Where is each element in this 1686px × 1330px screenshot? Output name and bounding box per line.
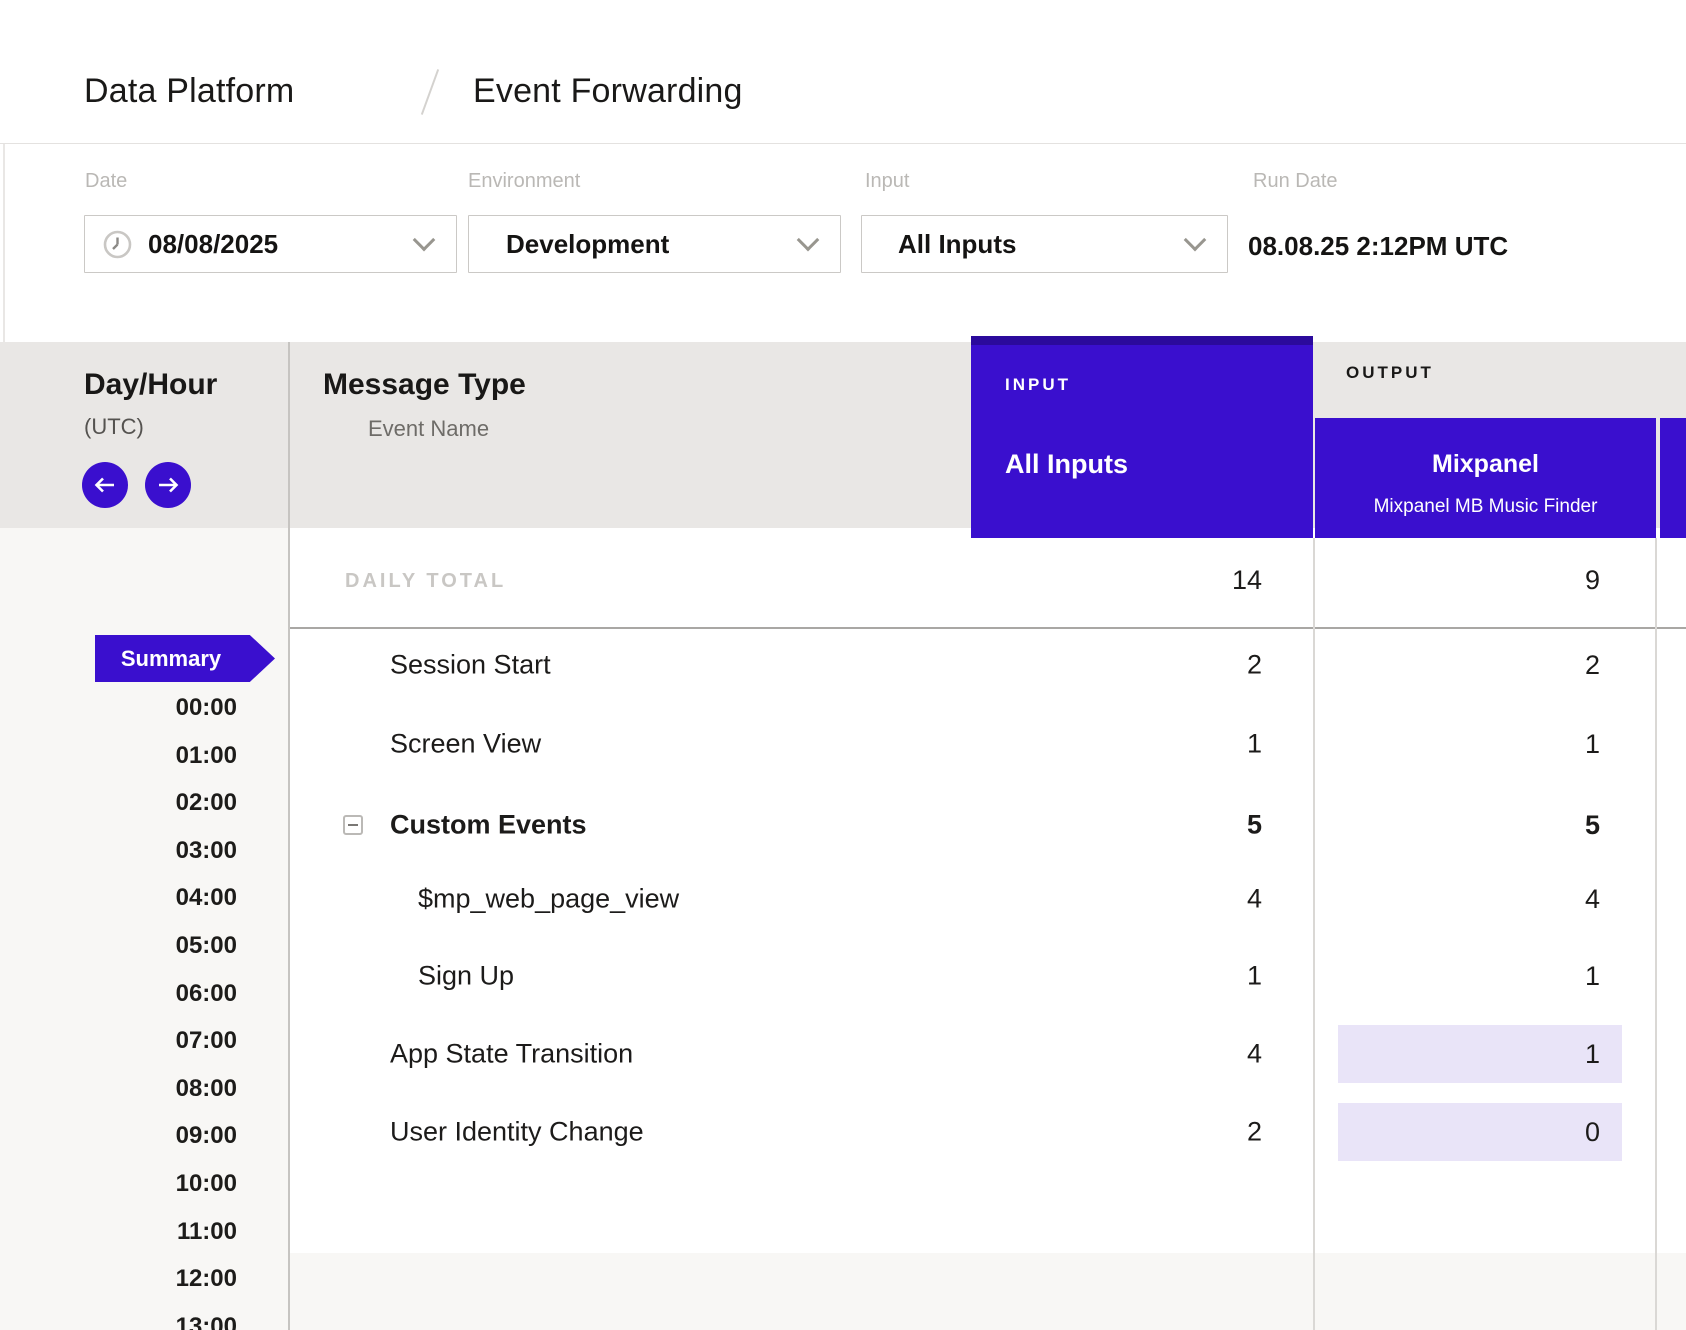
previous-day-button[interactable]	[82, 462, 128, 508]
row-label: Session Start	[390, 650, 551, 681]
row-output-value: 1	[1338, 947, 1622, 1005]
table-row-session-start: Session Start 2 2	[288, 636, 1686, 694]
output-column-divider	[1655, 538, 1657, 1330]
output-column-subtitle: Mixpanel MB Music Finder	[1315, 496, 1656, 518]
daily-total-row: DAILY TOTAL 14 9	[288, 538, 1686, 627]
output-column-title: Mixpanel	[1315, 450, 1656, 479]
output-column-header-next-partial[interactable]	[1660, 418, 1686, 538]
hour-item-0400[interactable]: 04:00	[0, 882, 237, 914]
row-input-value: 4	[1002, 884, 1262, 915]
table-row-mp-web-page-view: $mp_web_page_view 4 4	[288, 870, 1686, 928]
clock-icon	[103, 230, 132, 259]
hour-item-1200[interactable]: 12:00	[0, 1263, 237, 1295]
message-type-header: Message Type	[323, 368, 526, 402]
row-input-value: 4	[1002, 1039, 1262, 1070]
table-row-custom-events: Custom Events 5 5	[288, 796, 1686, 854]
chevron-down-icon	[797, 229, 820, 252]
date-filter-label: Date	[85, 170, 127, 193]
row-label: Sign Up	[418, 961, 514, 992]
row-label: Screen View	[390, 729, 541, 760]
input-column-header[interactable]: INPUT All Inputs	[971, 336, 1313, 538]
day-hour-timezone: (UTC)	[84, 414, 144, 440]
daily-total-input-value: 14	[1002, 565, 1262, 596]
chevron-down-icon	[413, 229, 436, 252]
top-bar: Data Platform Event Forwarding	[0, 0, 1686, 144]
table-row-user-identity-change: User Identity Change 2 0	[288, 1103, 1686, 1161]
table-row-sign-up: Sign Up 1 1	[288, 947, 1686, 1005]
input-column-divider	[1313, 538, 1315, 1330]
hour-item-1300[interactable]: 13:00	[0, 1311, 237, 1330]
row-label: App State Transition	[390, 1039, 633, 1070]
summary-label: Summary	[121, 646, 221, 672]
input-column-title: All Inputs	[1005, 449, 1128, 480]
row-output-value: 2	[1338, 636, 1622, 694]
input-dropdown[interactable]: All Inputs	[861, 215, 1228, 273]
run-date-label: Run Date	[1253, 170, 1338, 193]
table-row-app-state-transition: App State Transition 4 1	[288, 1025, 1686, 1083]
breadcrumb-page-title: Event Forwarding	[473, 72, 743, 111]
environment-dropdown[interactable]: Development	[468, 215, 841, 273]
row-input-value: 2	[1002, 1117, 1262, 1148]
hour-item-0300[interactable]: 03:00	[0, 835, 237, 867]
row-label: $mp_web_page_view	[418, 884, 679, 915]
breadcrumb-section[interactable]: Data Platform	[84, 72, 294, 111]
day-hour-header: Day/Hour	[84, 368, 217, 402]
row-output-value-highlighted: 0	[1338, 1103, 1622, 1161]
row-input-value: 2	[1002, 650, 1262, 681]
daily-total-divider	[288, 627, 1686, 629]
row-label: Custom Events	[390, 810, 587, 841]
event-name-subheader: Event Name	[368, 416, 489, 442]
row-output-value: 4	[1338, 870, 1622, 928]
hour-item-0700[interactable]: 07:00	[0, 1025, 237, 1057]
breadcrumb-separator	[421, 69, 439, 115]
row-output-value: 5	[1338, 796, 1622, 854]
row-label: User Identity Change	[390, 1117, 644, 1148]
output-column-header-mixpanel[interactable]: Mixpanel Mixpanel MB Music Finder	[1315, 418, 1656, 538]
arrow-right-icon	[156, 476, 180, 494]
grid-footer-band	[288, 1253, 1686, 1330]
row-input-value: 5	[1002, 810, 1262, 841]
row-output-value: 1	[1338, 715, 1622, 773]
summary-row-marker[interactable]: Summary	[95, 635, 275, 682]
environment-filter-label: Environment	[468, 170, 580, 193]
hour-item-0800[interactable]: 08:00	[0, 1073, 237, 1105]
hour-item-0900[interactable]: 09:00	[0, 1120, 237, 1152]
hour-item-0000[interactable]: 00:00	[0, 692, 237, 724]
input-filter-label: Input	[865, 170, 909, 193]
hour-item-0100[interactable]: 01:00	[0, 740, 237, 772]
environment-dropdown-value: Development	[506, 229, 669, 260]
output-section-label: OUTPUT	[1346, 363, 1434, 383]
event-forwarding-page: Data Platform Event Forwarding Date Envi…	[0, 0, 1686, 1330]
row-input-value: 1	[1002, 961, 1262, 992]
chevron-down-icon	[1184, 229, 1207, 252]
row-input-value: 1	[1002, 729, 1262, 760]
hour-item-0500[interactable]: 05:00	[0, 930, 237, 962]
daily-total-output-value: 9	[1338, 565, 1600, 596]
day-hour-column-divider	[288, 342, 290, 1330]
row-output-value-highlighted: 1	[1338, 1025, 1622, 1083]
date-dropdown[interactable]: 08/08/2025	[84, 215, 457, 273]
collapse-toggle-icon[interactable]	[343, 815, 363, 835]
hour-item-1100[interactable]: 11:00	[0, 1216, 237, 1248]
next-day-button[interactable]	[145, 462, 191, 508]
table-row-screen-view: Screen View 1 1	[288, 715, 1686, 773]
arrow-left-icon	[93, 476, 117, 494]
input-dropdown-value: All Inputs	[898, 229, 1016, 260]
input-section-label: INPUT	[1005, 375, 1071, 395]
hour-item-0600[interactable]: 06:00	[0, 978, 237, 1010]
date-dropdown-value: 08/08/2025	[148, 229, 278, 260]
hour-item-1000[interactable]: 10:00	[0, 1168, 237, 1200]
run-date-value: 08.08.25 2:12PM UTC	[1248, 231, 1508, 262]
hour-item-0200[interactable]: 02:00	[0, 787, 237, 819]
daily-total-label: DAILY TOTAL	[345, 570, 506, 593]
